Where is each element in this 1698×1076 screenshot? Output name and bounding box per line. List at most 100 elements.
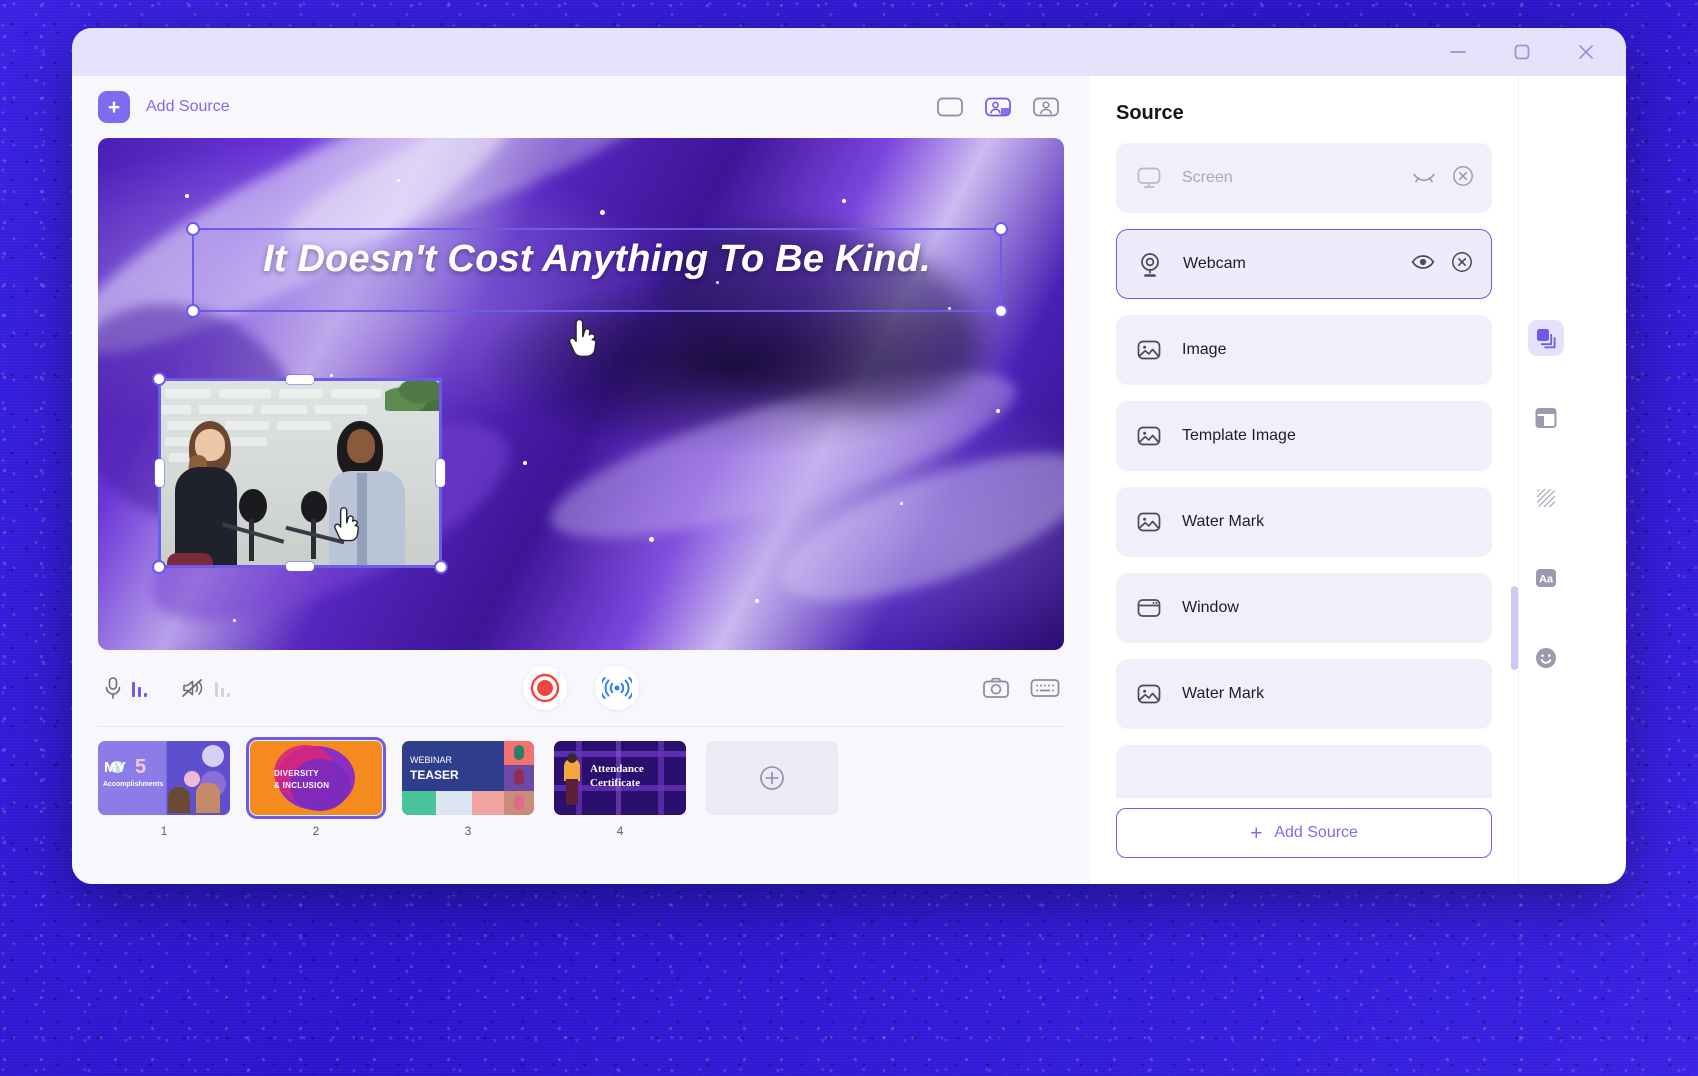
thumbnail-1-subtitle: Accomplishments <box>103 781 164 788</box>
control-bar <box>72 650 1090 726</box>
source-row-template-image[interactable]: Template Image <box>1116 401 1492 471</box>
texture-icon[interactable] <box>1528 480 1564 516</box>
resize-handle-top[interactable] <box>286 375 314 384</box>
broadcast-icon[interactable] <box>602 675 632 701</box>
source-row-image[interactable]: Image <box>1116 315 1492 385</box>
layout-split-icon[interactable] <box>980 93 1016 121</box>
thumbnail-2-subtitle: & INCLUSION <box>274 781 330 790</box>
canvas-wrapper: It Doesn't Cost Anything To Be Kind. <box>72 138 1090 650</box>
thumbnail-cell: DIVERSITY & INCLUSION 2 <box>246 737 386 838</box>
thumbnail-2-index: 2 <box>312 824 320 838</box>
source-row-water-mark[interactable]: Water Mark <box>1116 487 1492 557</box>
thumbnail-cell: WEBINAR TEASER 3 <box>402 741 534 838</box>
thumbnail-cell: MY 5 Accomplishments 1 <box>98 741 230 838</box>
mic-level-meter <box>132 679 147 697</box>
thumbnail-1-title: MY <box>104 759 126 776</box>
thumbnail-cell: Attendance Certificate 4 <box>554 741 686 838</box>
webcam-icon <box>1135 251 1165 277</box>
speaker-muted-icon[interactable] <box>181 676 207 700</box>
image-icon <box>1134 510 1164 534</box>
source-list[interactable]: Screen Webcam Image Template Image Water… <box>1090 143 1518 798</box>
thumbnail-4-subtitle: Certificate <box>590 777 641 789</box>
source-label: Water Mark <box>1182 513 1265 530</box>
source-row-window[interactable]: Window <box>1116 573 1492 643</box>
source-label: Water Mark <box>1182 685 1265 702</box>
svg-text:Aa: Aa <box>1538 574 1553 586</box>
resize-handle-br[interactable] <box>994 304 1008 318</box>
resize-handle-right[interactable] <box>436 459 445 487</box>
canvas-headline-text[interactable]: It Doesn't Cost Anything To Be Kind. <box>194 238 1000 281</box>
layout-single-icon[interactable] <box>932 93 968 121</box>
plus-circle-icon[interactable] <box>759 765 785 791</box>
close-circle-icon[interactable] <box>1452 165 1474 192</box>
add-source-button-label: Add Source <box>1274 824 1358 841</box>
source-panel: Source Screen Webcam Image Template Imag… <box>1090 76 1518 884</box>
image-icon <box>1134 682 1164 706</box>
resize-handle-bottom[interactable] <box>286 562 314 571</box>
text-aa-icon[interactable]: Aa <box>1528 560 1564 596</box>
webcam-pip[interactable] <box>152 372 448 574</box>
resize-handle-tl[interactable] <box>186 222 200 236</box>
camera-icon[interactable] <box>982 676 1010 700</box>
slide-thumbnail-2[interactable]: DIVERSITY & INCLUSION <box>246 737 386 819</box>
panel-scrollbar[interactable] <box>1511 586 1518 670</box>
thumbnail-3-index: 3 <box>464 824 472 838</box>
close-icon[interactable] <box>1572 38 1600 66</box>
keyboard-icon[interactable] <box>1030 677 1060 699</box>
record-button[interactable] <box>523 666 567 710</box>
title-bar <box>72 28 1626 76</box>
thumbnail-1-number: 5 <box>135 756 147 778</box>
source-label: Webcam <box>1183 255 1246 272</box>
maximize-icon[interactable] <box>1508 38 1536 66</box>
layout-portrait-icon[interactable] <box>1028 93 1064 121</box>
eye-off-icon[interactable] <box>1412 167 1436 190</box>
resize-handle-br[interactable] <box>434 560 448 574</box>
source-label: Window <box>1182 599 1239 616</box>
resize-handle-tr[interactable] <box>994 222 1008 236</box>
preview-canvas[interactable]: It Doesn't Cost Anything To Be Kind. <box>98 138 1064 650</box>
source-row-partial[interactable] <box>1116 745 1492 798</box>
resize-handle-bl[interactable] <box>186 304 200 318</box>
sticker-smiley-icon[interactable] <box>1528 640 1564 676</box>
microphone-icon[interactable] <box>102 676 124 700</box>
record-controls <box>523 666 639 710</box>
main-toolbar: + Add Source <box>72 76 1090 138</box>
add-slide-button[interactable] <box>706 741 838 815</box>
template-layout-icon[interactable] <box>1528 400 1564 436</box>
webcam-video <box>161 381 439 565</box>
minimize-icon[interactable] <box>1444 38 1472 66</box>
plus-icon: + <box>1250 821 1263 845</box>
source-label: Template Image <box>1182 427 1296 444</box>
add-slide-cell <box>706 741 838 815</box>
view-mode-group <box>932 93 1064 121</box>
source-row-water-mark-2[interactable]: Water Mark <box>1116 659 1492 729</box>
add-source-chip[interactable]: + Add Source <box>98 91 230 123</box>
layers-icon[interactable] <box>1527 320 1564 356</box>
slide-thumbnail-4[interactable]: Attendance Certificate <box>554 741 686 815</box>
slide-thumbnail-3[interactable]: WEBINAR TEASER <box>402 741 534 815</box>
main-column: + Add Source It Doesn't Cost Anything To… <box>72 76 1090 884</box>
window-icon <box>1134 596 1164 620</box>
resize-handle-bl[interactable] <box>152 560 166 574</box>
app-window: + Add Source It Doesn't Cost Anything To… <box>72 28 1626 884</box>
eye-icon[interactable] <box>1411 253 1435 276</box>
source-row-webcam[interactable]: Webcam <box>1116 229 1492 299</box>
close-circle-icon[interactable] <box>1451 251 1473 278</box>
thumbnail-4-title: Attendance <box>590 763 644 775</box>
live-stream-button[interactable] <box>595 666 639 710</box>
right-panel: Source Screen Webcam Image Template Imag… <box>1090 76 1572 884</box>
add-source-button[interactable]: + Add Source <box>1116 808 1492 858</box>
tool-rail: Aa <box>1511 76 1572 884</box>
speaker-level-meter <box>215 679 230 697</box>
source-row-screen[interactable]: Screen <box>1116 143 1492 213</box>
source-panel-title: Source <box>1116 102 1184 124</box>
add-source-plus-icon[interactable]: + <box>98 91 130 123</box>
pointing-hand-icon <box>568 318 597 358</box>
microphone-control[interactable] <box>102 676 147 700</box>
resize-handle-left[interactable] <box>155 459 164 487</box>
source-label: Image <box>1182 341 1227 358</box>
resize-handle-tl[interactable] <box>152 372 166 386</box>
slide-thumbnail-1[interactable]: MY 5 Accomplishments <box>98 741 230 815</box>
speaker-control[interactable] <box>181 676 230 700</box>
record-icon[interactable] <box>530 673 560 703</box>
